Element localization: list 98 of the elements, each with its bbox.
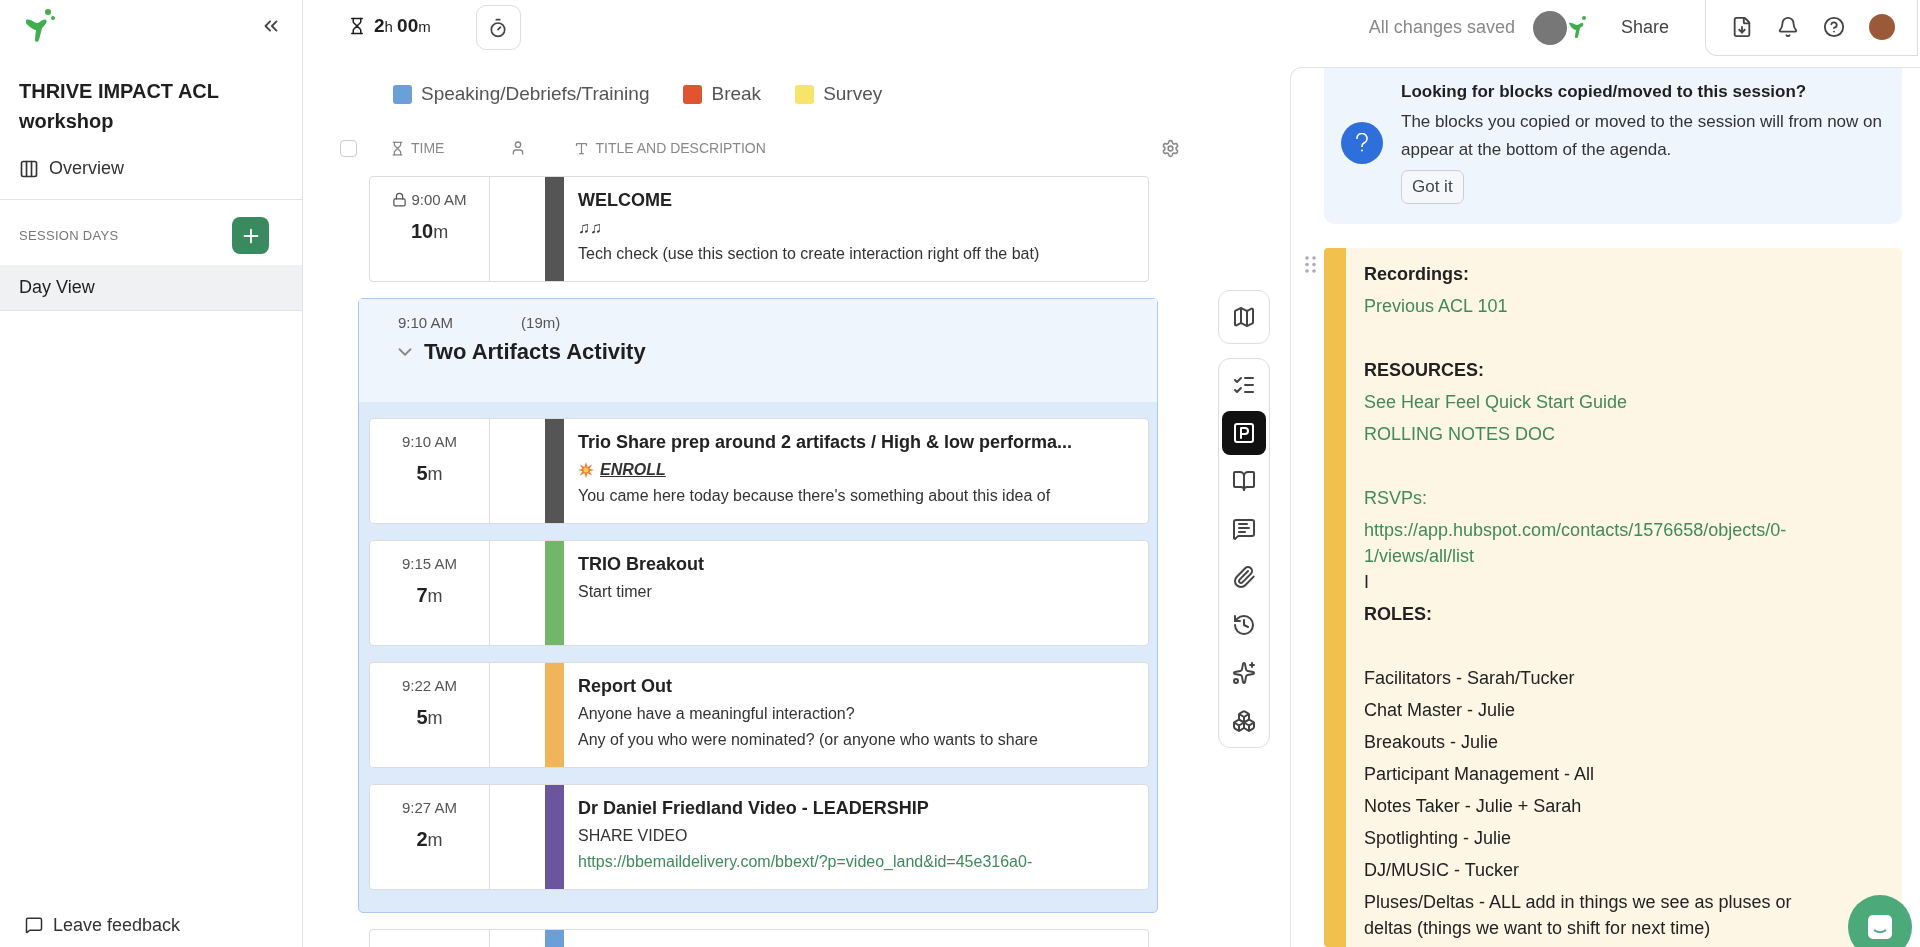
comment-icon (1232, 517, 1256, 541)
book-icon (1232, 469, 1256, 493)
parking-button[interactable] (1222, 411, 1266, 455)
timer-button[interactable] (475, 5, 521, 50)
avatar[interactable] (1869, 14, 1895, 40)
notes-link[interactable]: See Hear Feel Quick Start Guide (1364, 386, 1812, 418)
agenda-card[interactable]: 9:15 AM 7m TRIO Breakout Start timer (369, 540, 1149, 646)
description-text: Tech check (use this section to create interaction right off the bat) (578, 245, 1040, 263)
description-text: SHARE VIDEO (578, 827, 689, 845)
avatar (1532, 10, 1567, 45)
group-start-time: 9:10 AM (398, 314, 454, 331)
section-label: SESSION DAYS (19, 228, 119, 243)
notes-text: Notes Taker - Julie + Sarah (1364, 794, 1583, 818)
hourglass-icon (390, 140, 405, 156)
history-icon (1232, 613, 1256, 637)
file-download-icon (1731, 16, 1753, 38)
description-text: Any of you who were nominated? (or anyone who wants to share (578, 731, 1038, 749)
burst-icon (578, 462, 594, 478)
settings-button[interactable] (1161, 138, 1180, 158)
notes-text: Facilitators - Sarah/Tucker (1364, 666, 1576, 690)
description-text: ♫♫ (578, 219, 603, 237)
columns-icon (19, 158, 39, 179)
add-day-button[interactable] (232, 217, 269, 254)
download-button[interactable] (1731, 16, 1753, 38)
banner-text: The blocks you copied or moved to the session will from now on appear at the bottom of the agenda. (1401, 111, 1883, 161)
help-icon (1823, 16, 1845, 38)
start-time: 9:00 AM (392, 191, 467, 208)
share-button[interactable]: Share (1614, 16, 1675, 39)
hourglass-icon (348, 17, 366, 35)
day-item[interactable]: Day View (0, 265, 302, 311)
notes-link[interactable]: https://app.hubspot.com/contacts/1576658/objects/0-1/views/all/list (1364, 514, 1812, 566)
block-title: WELCOME (578, 190, 673, 211)
column-header: TITLE AND DESCRIPTION (595, 140, 766, 156)
parking-icon (1232, 421, 1256, 445)
sparkles-icon (1232, 661, 1256, 685)
duration: 5m (416, 706, 443, 729)
paperclip-icon (1232, 565, 1256, 589)
description-text: You came here today because there's something about this idea of (578, 487, 1052, 505)
notes-link[interactable]: Previous ACL 101 (1364, 290, 1812, 322)
description-text: Anyone have a meaningful interaction? (578, 705, 856, 723)
drag-handle-icon[interactable] (1305, 256, 1316, 273)
text-icon (574, 140, 590, 156)
chat-icon (1866, 913, 1894, 941)
agenda-card[interactable]: 9:10 AM 5m Trio Share prep around 2 artifacts / High & low performa... ENROLL You came here today because there's something about this idea of (369, 418, 1149, 524)
block-title: Report Out (578, 676, 673, 697)
description-link[interactable]: https://bbemaildelivery.com/bbext/?p=video_land&id=45e316a0- (578, 853, 1033, 871)
notes-text: I (1364, 570, 1370, 594)
notes-text: Spotlighting - Julie (1364, 826, 1513, 850)
notes-text: DJ/MUSIC - Tucker (1364, 858, 1520, 882)
start-time: 9:27 AM (401, 799, 457, 816)
settings-icon (1161, 138, 1180, 158)
duration: 2m (416, 828, 443, 851)
notes-heading: ROLES: (1364, 602, 1433, 626)
legend-label: Break (711, 83, 762, 105)
block-title: Dr Daniel Friedland Video - LEADERSHIP (578, 798, 930, 819)
emphasis-text: ENROLL (600, 461, 666, 479)
legend-label: Survey (823, 83, 883, 105)
total-duration: 2h 00m (374, 15, 431, 37)
group-duration: (19m) (521, 314, 561, 331)
notes-text: Chat Master - Julie (1364, 698, 1517, 722)
bell-icon (1777, 16, 1799, 38)
feedback-link[interactable]: Leave feedback (0, 907, 302, 947)
save-status: All changes saved (1368, 17, 1515, 38)
agenda-card[interactable]: 9:22 AM 5m Report Out Anyone have a meaningful interaction? Any of you who were nominated? (or anyone who wants to share (369, 662, 1149, 768)
duration: 10m (410, 220, 449, 243)
duration: 5m (416, 462, 443, 485)
overview-link[interactable]: Overview (0, 136, 302, 200)
logo-icon (1566, 14, 1589, 41)
duration: 7m (416, 584, 443, 607)
notes-link[interactable]: ROLLING NOTES DOC (1364, 418, 1812, 450)
workshop-title: THRIVE IMPACT ACL workshop (18, 79, 220, 134)
banner-title: Looking for blocks copied/moved to this session? (1401, 82, 1807, 102)
notes-heading: RESOURCES: (1364, 359, 1485, 382)
map-icon (1232, 305, 1256, 329)
question-mark-icon (1355, 133, 1369, 153)
speech-bubble-icon (25, 916, 43, 934)
agenda-card[interactable]: 9:00 AM 10m WELCOME ♫♫ Tech check (use this section to create interaction right off the bat) (369, 176, 1149, 282)
notes-text: Pluses/Deltas - ALL add in things we see as pluses or deltas (things we want to shift for next time) (1364, 890, 1793, 937)
boxes-icon (1232, 709, 1256, 733)
description-text: Start timer (578, 583, 653, 601)
select-all-checkbox[interactable] (340, 139, 357, 157)
block-title: TRIO Breakout (578, 554, 705, 575)
notification-button[interactable] (1777, 16, 1799, 38)
help-button[interactable] (1823, 16, 1845, 38)
legend-label: Speaking/Debriefs/Training (421, 83, 650, 105)
notes-text: Breakouts - Julie (1364, 730, 1500, 754)
start-time: 9:22 AM (401, 677, 457, 694)
notes-heading: Recordings: (1364, 263, 1470, 286)
start-time: 9:15 AM (401, 555, 457, 572)
chat-button[interactable] (1848, 895, 1912, 947)
group-title: Two Artifacts Activity (424, 339, 646, 365)
notes-text: Participant Management - All (1364, 762, 1596, 786)
agenda-card[interactable]: 9:27 AM 2m Dr Daniel Friedland Video - LEADERSHIP SHARE VIDEO https://bbemaildelivery.com/bbext/?p=video_land&id=45e316a0- (369, 784, 1149, 890)
got-it-button[interactable]: Got it (1401, 170, 1464, 204)
notes-link[interactable]: RSVPs: (1364, 482, 1812, 514)
start-time: 9:10 AM (401, 433, 457, 450)
column-header: TIME (411, 140, 445, 156)
block-title: Trio Share prep around 2 artifacts / High & low performa... (578, 432, 1073, 453)
